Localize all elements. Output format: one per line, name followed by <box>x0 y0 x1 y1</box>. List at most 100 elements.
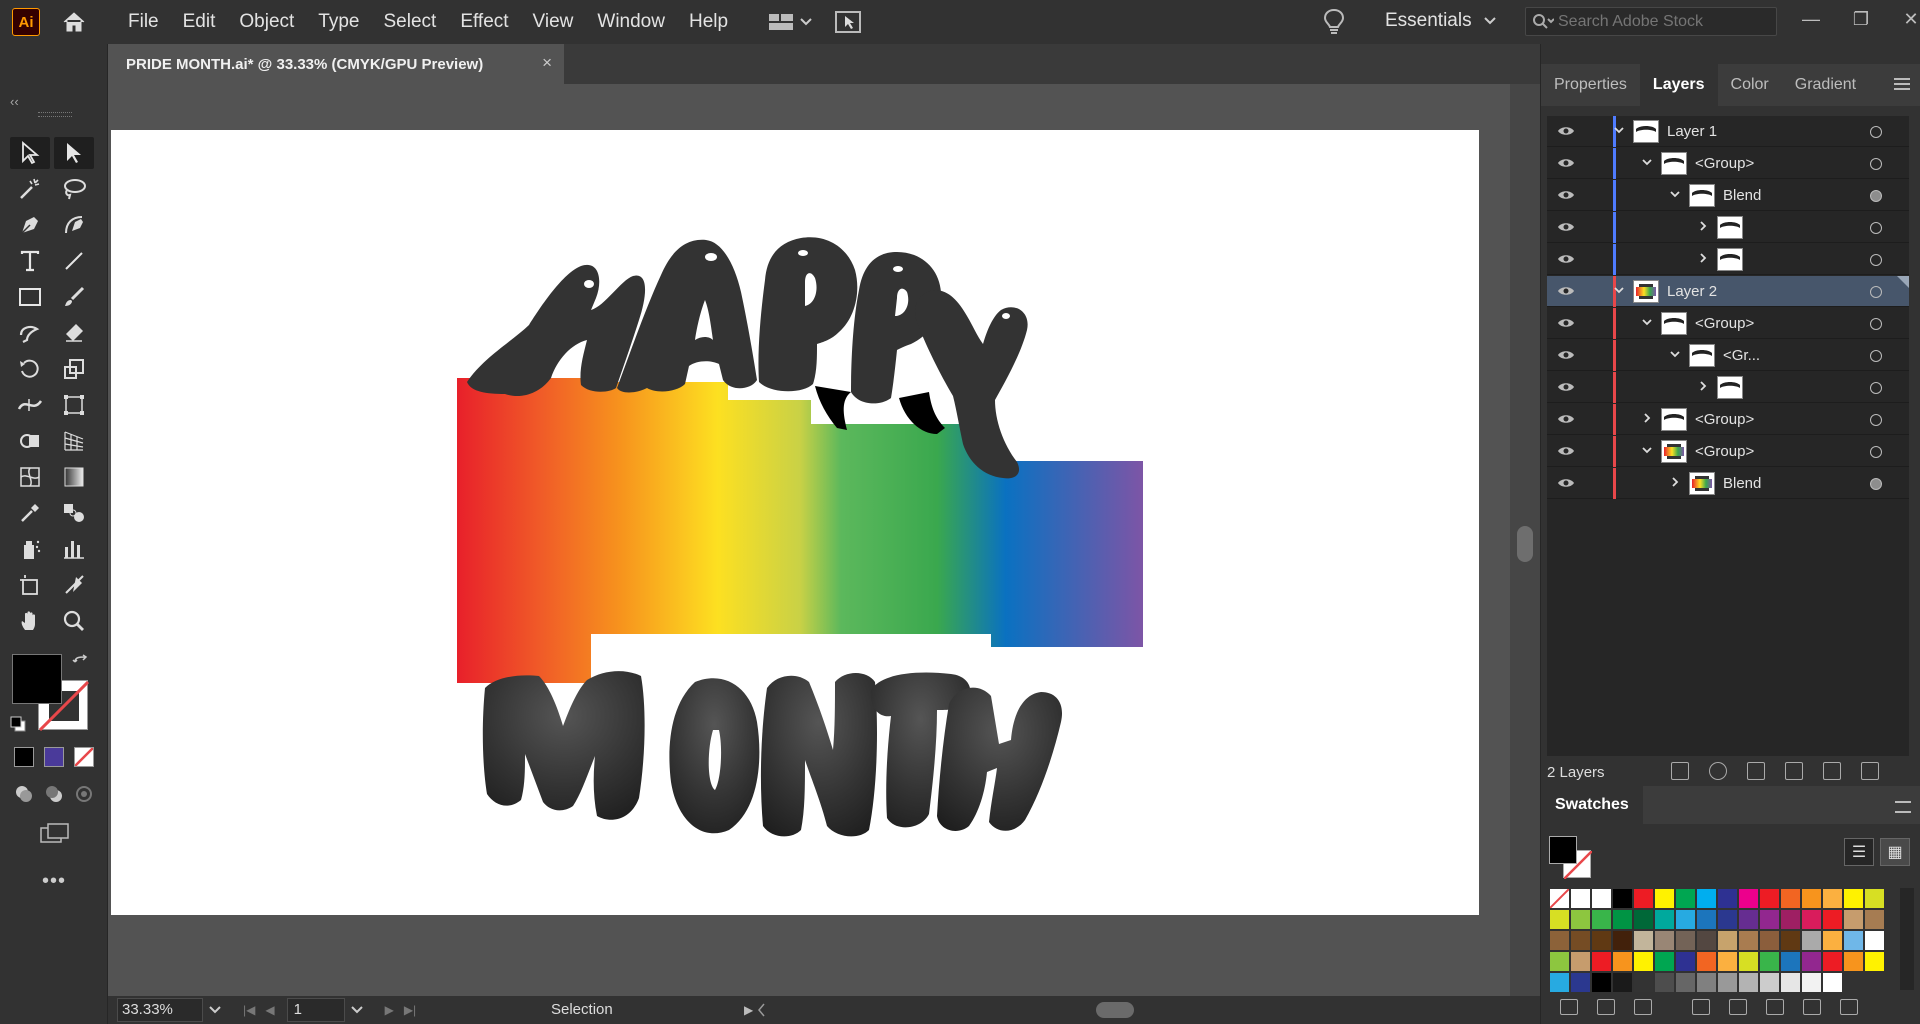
pen-tool[interactable] <box>10 209 50 241</box>
layer-row[interactable]: Layer 1 <box>1547 116 1909 147</box>
swatch-scrollbar[interactable] <box>1900 888 1914 990</box>
chevron-right-icon[interactable] <box>1697 220 1709 232</box>
minimize-icon[interactable]: — <box>1800 8 1822 30</box>
target-circle-icon[interactable] <box>1870 286 1882 298</box>
close-icon[interactable]: ✕ <box>1900 8 1920 30</box>
swatch[interactable] <box>1801 951 1822 972</box>
free-transform-tool[interactable] <box>54 389 94 421</box>
swatch[interactable] <box>1780 930 1801 951</box>
tab-layers[interactable]: Layers <box>1639 64 1718 106</box>
swatch[interactable] <box>1738 930 1759 951</box>
chevron-down-icon[interactable] <box>1613 124 1625 136</box>
zoom-field[interactable]: 33.33% <box>117 998 203 1022</box>
layer-row[interactable]: <Gr... <box>1547 340 1909 371</box>
eyedropper-tool[interactable] <box>10 497 50 529</box>
folder-icon[interactable] <box>1766 999 1784 1015</box>
close-icon[interactable]: × <box>542 53 552 73</box>
new-swatch-icon[interactable] <box>1729 999 1747 1015</box>
swatch[interactable] <box>1570 930 1591 951</box>
swatch[interactable] <box>1864 930 1885 951</box>
swatch[interactable] <box>1549 888 1570 909</box>
swatch[interactable] <box>1675 888 1696 909</box>
lasso-tool[interactable] <box>54 173 94 205</box>
swatch[interactable] <box>1654 951 1675 972</box>
swatch[interactable] <box>1822 951 1843 972</box>
swatch[interactable] <box>1591 951 1612 972</box>
visibility-eye-icon[interactable] <box>1557 413 1575 425</box>
swatch[interactable] <box>1843 951 1864 972</box>
layer-name[interactable]: <Group> <box>1695 155 1754 172</box>
column-graph-tool[interactable] <box>54 533 94 565</box>
document-tab[interactable]: PRIDE MONTH.ai* @ 33.33% (CMYK/GPU Previ… <box>108 44 564 84</box>
collect-for-export-icon[interactable] <box>1671 762 1689 780</box>
chevron-down-icon[interactable] <box>1641 316 1653 328</box>
swatch[interactable] <box>1696 888 1717 909</box>
locate-object-icon[interactable] <box>1709 762 1727 780</box>
panel-menu-icon[interactable] <box>1895 801 1911 813</box>
draw-behind-icon[interactable] <box>44 784 64 804</box>
swatch[interactable] <box>1822 909 1843 930</box>
visibility-eye-icon[interactable] <box>1557 189 1575 201</box>
chevron-down-icon[interactable] <box>209 1006 221 1014</box>
chevron-right-icon[interactable] <box>1697 380 1709 392</box>
swatch[interactable] <box>1864 888 1885 909</box>
menu-help[interactable]: Help <box>677 0 740 44</box>
swatch[interactable] <box>1612 951 1633 972</box>
swatch[interactable] <box>1717 930 1738 951</box>
swatch[interactable] <box>1612 930 1633 951</box>
color-mode-solid[interactable] <box>14 747 34 767</box>
swatch[interactable] <box>1717 951 1738 972</box>
swatch[interactable] <box>1591 888 1612 909</box>
shape-builder-tool[interactable] <box>10 425 50 457</box>
visibility-eye-icon[interactable] <box>1557 381 1575 393</box>
swatch[interactable] <box>1591 909 1612 930</box>
lightbulb-icon[interactable] <box>1323 8 1345 36</box>
target-circle-icon[interactable] <box>1870 318 1882 330</box>
slice-tool[interactable] <box>54 569 94 601</box>
layer-row[interactable]: <Group> <box>1547 436 1909 467</box>
swatch[interactable] <box>1801 909 1822 930</box>
vertical-scrollbar[interactable] <box>1510 84 1540 996</box>
default-fill-stroke-icon[interactable] <box>10 716 26 732</box>
layer-name[interactable]: Blend <box>1723 187 1761 204</box>
more-tools-icon[interactable]: ••• <box>42 870 66 893</box>
swatch[interactable] <box>1864 909 1885 930</box>
swatch[interactable] <box>1570 951 1591 972</box>
draw-inside-icon[interactable] <box>74 784 94 804</box>
swatch[interactable] <box>1612 909 1633 930</box>
collapse-panel-icon[interactable]: ‹‹ <box>10 94 19 109</box>
visibility-eye-icon[interactable] <box>1557 317 1575 329</box>
layer-row[interactable]: <Group> <box>1547 404 1909 435</box>
swatch[interactable] <box>1696 951 1717 972</box>
menu-effect[interactable]: Effect <box>448 0 520 44</box>
layer-name[interactable]: Layer 2 <box>1667 283 1717 300</box>
paintbrush-tool[interactable] <box>54 281 94 313</box>
stock-search[interactable] <box>1525 7 1777 36</box>
swatch[interactable] <box>1801 888 1822 909</box>
color-mode-none[interactable] <box>74 747 94 767</box>
swatch[interactable] <box>1759 888 1780 909</box>
layer-row[interactable]: Blend <box>1547 468 1909 499</box>
layer-row[interactable]: <Group> <box>1547 308 1909 339</box>
hand-tool[interactable] <box>10 605 50 637</box>
perspective-grid-tool[interactable] <box>54 425 94 457</box>
panel-menu-icon[interactable] <box>1894 78 1910 90</box>
menu-file[interactable]: File <box>116 0 171 44</box>
layer-name[interactable]: <Gr... <box>1723 347 1760 364</box>
chevron-right-icon[interactable] <box>1641 412 1653 424</box>
menu-edit[interactable]: Edit <box>171 0 228 44</box>
swatch[interactable] <box>1759 909 1780 930</box>
artboard-nav-prev[interactable]: |◀ ◀ <box>243 1003 275 1017</box>
chevron-down-icon[interactable] <box>1613 284 1625 296</box>
artboard[interactable] <box>111 130 1479 915</box>
layer-name[interactable]: <Group> <box>1695 315 1754 332</box>
direct-selection-tool[interactable] <box>54 137 94 169</box>
swatch[interactable] <box>1822 888 1843 909</box>
width-tool[interactable] <box>10 389 50 421</box>
type-tool[interactable] <box>10 245 50 277</box>
layer-row[interactable]: Layer 2 <box>1547 276 1909 307</box>
scroll-thumb[interactable] <box>1096 1002 1134 1018</box>
swatch-libraries-icon[interactable] <box>1560 999 1578 1015</box>
artboard-tool[interactable] <box>10 569 50 601</box>
swatch[interactable] <box>1843 930 1864 951</box>
